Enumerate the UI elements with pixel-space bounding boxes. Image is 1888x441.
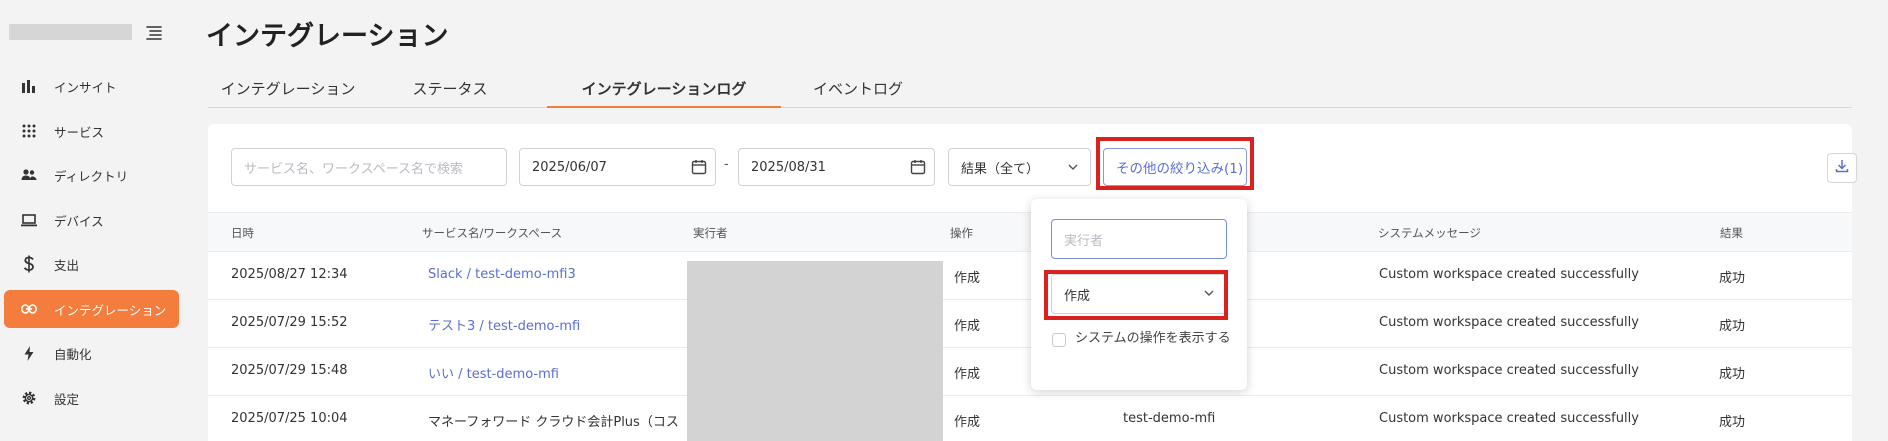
cell-datetime: 2025/08/27 12:34 [231,267,348,282]
header-message[interactable]: システムメッセージ [1378,225,1481,241]
cell-operation: 作成 [954,415,981,430]
cell-datetime: 2025/07/25 10:04 [231,411,348,426]
sidebar-item-label: 支出 [54,257,80,273]
cell-datetime: 2025/07/29 15:52 [231,315,348,330]
sidebar-item-label: デバイス [54,213,104,229]
cell-service-link[interactable]: Slack / test-demo-mfi3 [428,267,576,282]
logo [9,24,132,40]
cell-operation: 作成 [954,319,981,334]
sidebar-item-label: インサイト [54,79,117,95]
sidebar-item-automation[interactable]: 自動化 [4,334,179,372]
header-operation[interactable]: 操作 [950,225,973,241]
cell-message: Custom workspace created successfully [1379,315,1639,330]
date-from-field[interactable]: 2025/06/07 [519,148,716,186]
sidebar-item-devices[interactable]: デバイス [4,201,179,239]
sidebar-item-label: ディレクトリ [54,168,129,184]
cell-result: 成功 [1719,415,1746,430]
dollar-icon [18,255,40,273]
date-to-field[interactable]: 2025/08/31 [738,148,935,186]
highlight-box [1044,270,1228,320]
tab-bar: インテグレーション ステータス インテグレーションログ イベントログ [208,78,1852,108]
users-icon [18,166,40,184]
cell-service-link[interactable]: いい / test-demo-mfi [428,363,559,382]
calendar-icon[interactable] [910,159,926,175]
cell-operation: 作成 [954,367,981,382]
show-system-checkbox[interactable] [1052,333,1066,347]
sidebar-item-label: サービス [54,124,105,140]
page-title: インテグレーション [206,21,449,52]
cell-message: Custom workspace created successfully [1379,411,1639,426]
cell-service-link[interactable]: テスト3 / test-demo-mfi [428,315,580,334]
download-button[interactable] [1827,153,1857,183]
sidebar-item-spend[interactable]: 支出 [4,245,179,283]
table-row[interactable]: 2025/07/25 10:04 マネーフォワード クラウド会計Plus（コス … [208,396,1852,441]
sidebar-item-services[interactable]: サービス [4,112,179,150]
lightning-icon [18,344,40,362]
sidebar-item-label: インテグレーション [54,302,167,318]
table-header: 日時 サービス名/ワークスペース 実行者 操作 システムメッセージ 結果 [208,212,1852,252]
calendar-icon[interactable] [691,159,707,175]
show-system-label[interactable]: システムの操作を表示する [1075,330,1235,348]
date-separator: - [724,157,729,172]
sidebar-item-label: 設定 [54,391,80,407]
gear-icon [18,389,40,407]
sidebar-item-settings[interactable]: 設定 [4,379,179,417]
tab-status[interactable]: ステータス [400,78,500,108]
result-select[interactable]: 結果（全て） [948,148,1091,186]
header-service[interactable]: サービス名/ワークスペース [422,225,562,241]
table-row[interactable]: 2025/07/29 15:52 テスト3 / test-demo-mfi 作成… [208,300,1852,348]
table-row[interactable]: 2025/08/27 12:34 Slack / test-demo-mfi3 … [208,252,1852,300]
link-icon [18,300,40,318]
download-icon [1835,159,1849,177]
sidebar: インサイト サービス ディレクトリ デバイス 支出 インテグレーション 自動化 … [0,0,187,441]
cell-message: Custom workspace created successfully [1379,363,1639,378]
header-datetime[interactable]: 日時 [231,225,254,241]
tab-event-log[interactable]: イベントログ [796,78,920,108]
table-row[interactable]: 2025/07/29 15:48 いい / test-demo-mfi 作成 C… [208,348,1852,396]
cell-workspace: test-demo-mfi [1123,411,1216,426]
cell-result: 成功 [1719,271,1746,286]
redacted-executor-column [687,261,943,441]
chevron-down-icon [1068,161,1078,171]
tab-integration-log[interactable]: インテグレーションログ [547,78,781,108]
highlight-box [1096,137,1254,190]
date-to-value: 2025/08/31 [751,159,826,175]
laptop-icon [18,211,40,229]
tab-integration[interactable]: インテグレーション [208,78,368,108]
grid-icon [18,122,40,140]
cell-result: 成功 [1719,367,1746,382]
sidebar-item-insight[interactable]: インサイト [4,67,179,105]
sidebar-item-label: 自動化 [54,346,92,362]
sidebar-item-integration[interactable]: インテグレーション [4,290,179,328]
executor-input[interactable]: 実行者 [1051,219,1227,259]
menu-collapse-icon[interactable] [144,22,164,42]
header-result[interactable]: 結果 [1720,225,1743,241]
cell-operation: 作成 [954,271,981,286]
cell-datetime: 2025/07/29 15:48 [231,363,348,378]
result-select-value: 結果（全て） [961,161,1040,177]
cell-result: 成功 [1719,319,1746,334]
bar-chart-icon [18,77,40,95]
header-executor[interactable]: 実行者 [693,225,728,241]
search-input[interactable]: サービス名、ワークスペース名で検索 [231,148,507,186]
cell-message: Custom workspace created successfully [1379,267,1639,282]
date-from-value: 2025/06/07 [532,159,607,175]
cell-service-link[interactable]: マネーフォワード クラウド会計Plus（コス [428,411,688,430]
sidebar-item-directory[interactable]: ディレクトリ [4,156,179,194]
